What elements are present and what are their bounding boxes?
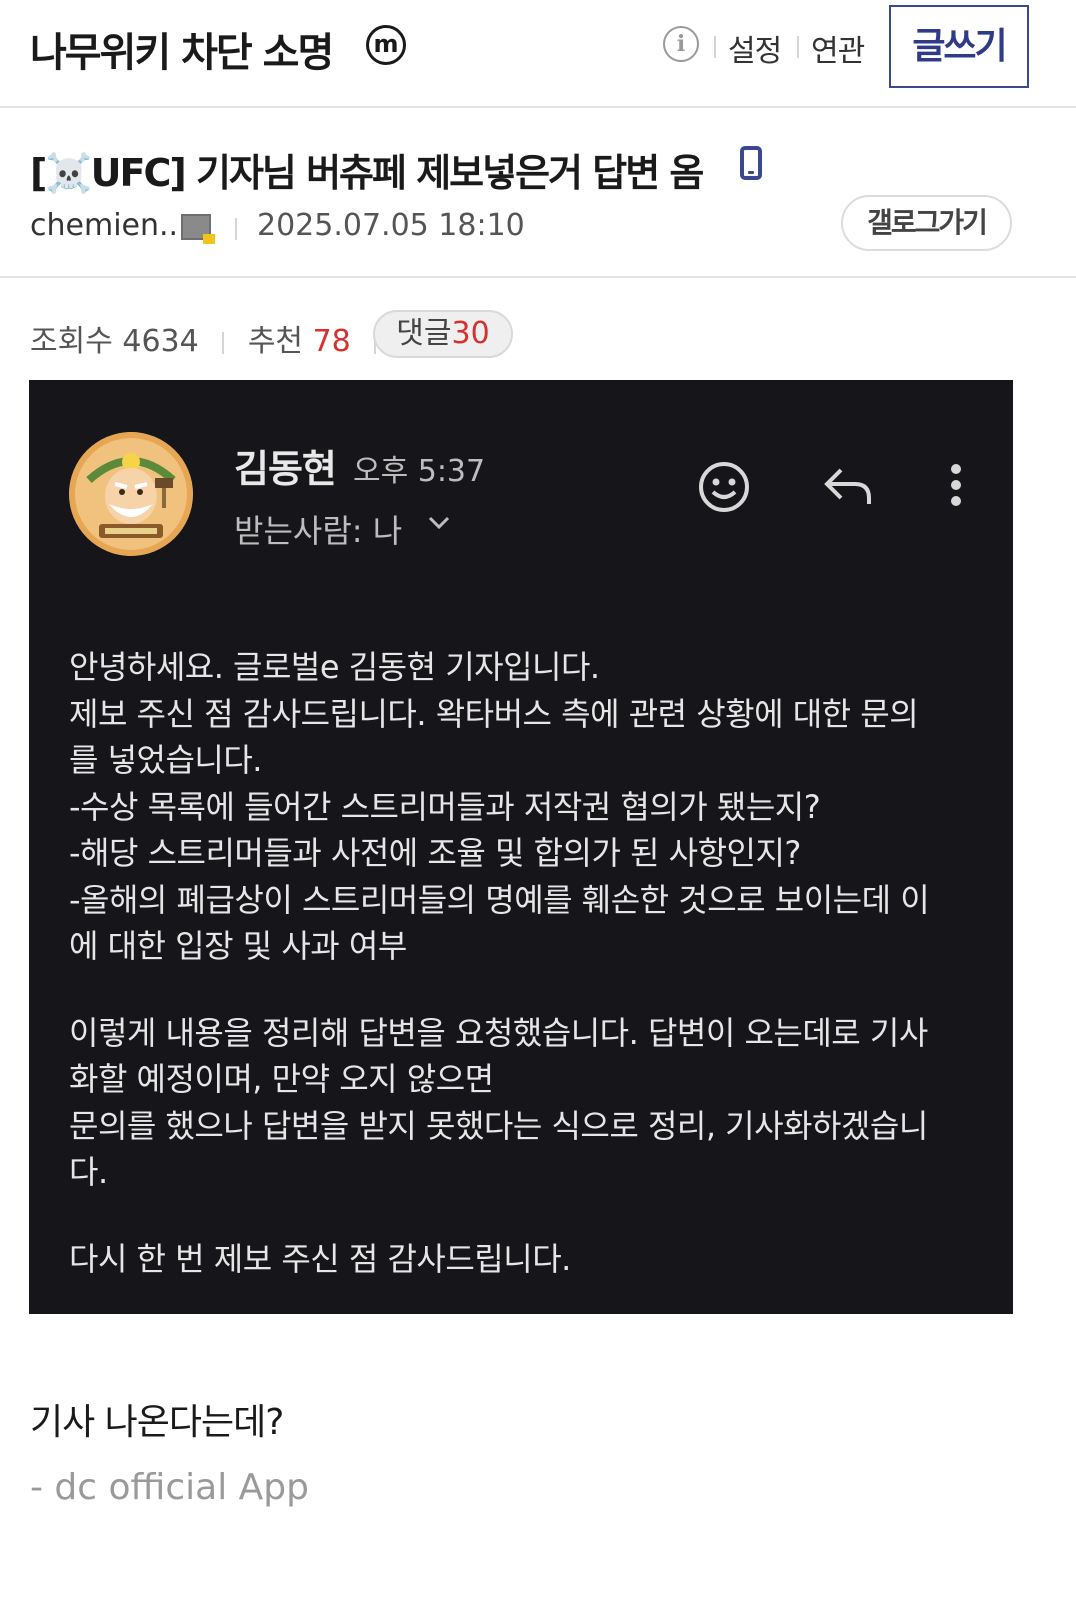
related-link[interactable]: 연관: [811, 26, 865, 70]
gallery-title[interactable]: 나무위키 차단 소명: [30, 20, 334, 78]
divider: [714, 36, 716, 58]
author-name[interactable]: chemien..: [30, 208, 178, 243]
email-line: -수상 목록에 들어간 스트리머들과 저작권 협의가 됐는지?: [69, 787, 821, 826]
gallog-button[interactable]: 갤로그가기: [841, 195, 1012, 251]
comment-count-button[interactable]: 댓글30: [373, 310, 513, 358]
email-time: 오후 5:37: [353, 454, 486, 489]
top-bar: 나무위키 차단 소명 m i 설정 연관 글쓰기: [0, 0, 1076, 108]
write-button[interactable]: 글쓰기: [889, 5, 1029, 88]
post-date: 2025.07.05 18:10: [257, 208, 525, 243]
email-line: -해당 스트리머들과 사전에 조율 및 합의가 된 사항인지?: [69, 834, 801, 872]
divider: [222, 331, 225, 354]
post-stats: 조회수 4634 추천 78: [30, 316, 390, 360]
reply-icon: [824, 468, 871, 504]
views-label: 조회수: [30, 324, 113, 359]
app-signature: - dc official App: [30, 1467, 309, 1508]
semi-fixed-nick-icon: [181, 214, 215, 244]
email-line: -올해의 폐급상이 스트리머들의 명예를 훼손한 것으로 보이는데 이: [69, 880, 930, 919]
email-line: 안녕하세요. 글로벌e 김동현 기자입니다.: [69, 648, 600, 686]
post-header: [☠️UFC] 기자님 버츄페 제보넣은거 답변 옴 chemien.. 202…: [0, 108, 1076, 278]
divider: [235, 218, 237, 240]
recommend-count: 78: [312, 324, 351, 359]
divider: [797, 36, 799, 58]
recipient-label: 받는사람: 나: [234, 512, 403, 550]
email-screenshot: 김동현 오후 5:37 받는사람: 나 안녕하세요. 글로벌e 김동현 기자입니…: [29, 380, 1013, 1314]
post-body-text: 기사 나온다는데?: [30, 1402, 284, 1443]
info-icon[interactable]: i: [663, 26, 699, 62]
email-line: 문의를 했으나 답변을 받지 못했다는 식으로 정리, 기사화하겠습니: [69, 1106, 928, 1145]
mobile-post-icon: [740, 146, 762, 180]
email-line: 에 대한 입장 및 사과 여부: [69, 927, 407, 965]
emoji-reaction-icon: [699, 462, 749, 512]
comment-label: 댓글: [396, 316, 452, 351]
sender-name: 김동현: [234, 447, 337, 491]
sender-avatar: [69, 432, 193, 556]
email-line: 다.: [69, 1153, 108, 1191]
recommend-label: 추천: [247, 324, 304, 359]
email-line: 화할 예정이며, 만약 오지 않으면: [69, 1060, 494, 1098]
more-options-icon: [951, 464, 961, 506]
email-closing: 다시 한 번 제보 주신 점 감사드립니다.: [69, 1239, 571, 1278]
comment-count: 30: [451, 316, 490, 351]
email-line: 제보 주신 점 감사드립니다. 왁타버스 측에 관련 상황에 대한 문의: [69, 694, 919, 733]
minor-gallery-badge-icon: m: [366, 25, 406, 65]
settings-link[interactable]: 설정: [728, 26, 782, 70]
email-line: 이렇게 내용을 정리해 답변을 요청했습니다. 답변이 오는데로 기사: [69, 1013, 928, 1052]
email-body: 안녕하세요. 글로벌e 김동현 기자입니다. 제보 주신 점 감사드립니다. 왁…: [69, 644, 989, 1282]
views-count: 4634: [122, 324, 199, 359]
chevron-down-icon: [428, 516, 450, 530]
email-line: 를 넣었습니다.: [69, 741, 262, 779]
post-title: [☠️UFC] 기자님 버츄페 제보넣은거 답변 옴: [30, 151, 704, 195]
